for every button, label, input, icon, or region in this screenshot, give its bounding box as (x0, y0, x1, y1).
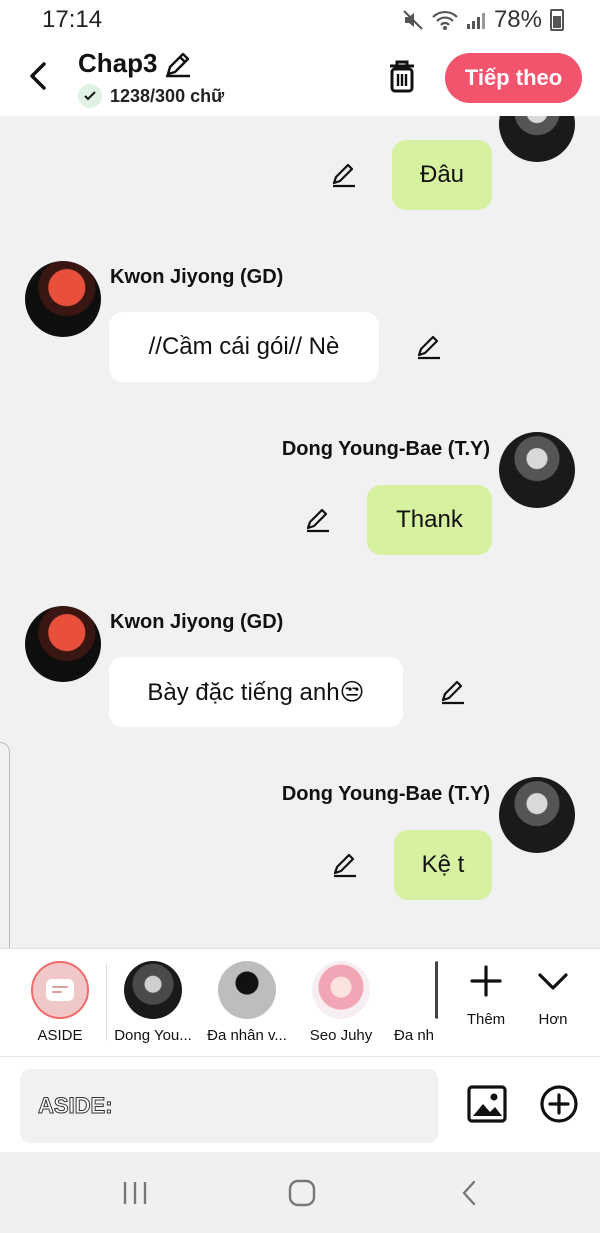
chapter-title[interactable]: Chap3 (78, 48, 193, 79)
wifi-icon (432, 10, 458, 30)
aside-icon (31, 961, 89, 1019)
character-item[interactable]: Đa nh (390, 961, 438, 1044)
divider (106, 963, 107, 1041)
character-label: Đa nh (394, 1027, 435, 1044)
character-bar: ASIDE Dong You... Đa nhân v... Seo Juhy … (0, 948, 600, 1056)
signal-icon (466, 13, 485, 29)
character-item[interactable]: Seo Juhy (296, 961, 386, 1044)
message-input-box[interactable] (20, 1069, 438, 1143)
plus-icon (470, 965, 502, 997)
back-arrow-icon[interactable] (24, 58, 54, 94)
sender-name: Kwon Jiyong (GD) (110, 266, 284, 288)
back-nav-icon[interactable] (455, 1178, 485, 1208)
edit-pencil-icon[interactable] (331, 851, 359, 879)
avatar[interactable] (25, 261, 101, 337)
next-button[interactable]: Tiếp theo (445, 53, 582, 103)
character-aside[interactable]: ASIDE (15, 961, 105, 1044)
more-button[interactable]: Hơn (523, 963, 583, 1028)
edit-pencil-icon[interactable] (330, 161, 358, 189)
chat-area[interactable]: Đâu Kwon Jiyong (GD) //Cầm cái gói// Nè … (0, 116, 600, 948)
battery-icon (550, 9, 564, 31)
trash-icon[interactable] (386, 58, 418, 94)
battery-percent: 78% (493, 6, 542, 33)
add-character-button[interactable]: Thêm (456, 963, 516, 1028)
edit-pencil-icon[interactable] (304, 506, 332, 534)
home-icon[interactable] (287, 1178, 317, 1208)
status-icons: 78% (402, 6, 564, 34)
message-bubble[interactable]: Bày đặc tiếng anh😒 (109, 657, 403, 727)
sender-name: Kwon Jiyong (GD) (110, 611, 284, 633)
edit-pencil-icon[interactable] (163, 49, 193, 79)
more-label: Hơn (538, 1011, 568, 1028)
avatar[interactable] (499, 116, 575, 162)
system-nav-bar (0, 1152, 600, 1233)
add-circle-icon[interactable] (539, 1084, 579, 1124)
message-bubble[interactable]: Kệ t (394, 830, 492, 900)
mute-icon (403, 10, 423, 30)
character-label: Đa nhân v... (207, 1027, 287, 1044)
avatar[interactable] (499, 777, 575, 853)
chevron-down-icon (538, 973, 568, 990)
avatar[interactable] (25, 606, 101, 682)
sender-name: Dong Young-Bae (T.Y) (281, 783, 490, 805)
add-label: Thêm (466, 1011, 506, 1028)
character-label: Dong You... (114, 1027, 192, 1044)
word-count: 1238/300 chữ (78, 84, 224, 108)
avatar (218, 961, 276, 1019)
avatar (412, 961, 438, 1019)
image-icon[interactable] (467, 1084, 507, 1124)
avatar (124, 961, 182, 1019)
message-bubble[interactable]: Đâu (392, 140, 492, 210)
recent-apps-icon[interactable] (120, 1178, 150, 1208)
drawer-handle[interactable] (0, 742, 10, 972)
message-input[interactable] (38, 1093, 418, 1119)
status-time: 17:14 (42, 6, 103, 33)
chapter-title-text: Chap3 (78, 48, 158, 78)
message-bubble[interactable]: //Cầm cái gói// Nè (109, 312, 379, 382)
composer (0, 1056, 600, 1152)
character-label: ASIDE (37, 1027, 83, 1044)
character-item[interactable]: Đa nhân v... (202, 961, 292, 1044)
editor-header: Chap3 1238/300 chữ Tiếp theo (0, 40, 600, 116)
character-label: Seo Juhy (309, 1027, 373, 1044)
edit-pencil-icon[interactable] (415, 333, 443, 361)
avatar[interactable] (499, 432, 575, 508)
word-count-text: 1238/300 chữ (110, 85, 225, 106)
sender-name: Dong Young-Bae (T.Y) (281, 438, 490, 460)
message-bubble[interactable]: Thank (367, 485, 492, 555)
character-item[interactable]: Dong You... (108, 961, 198, 1044)
check-icon (78, 84, 102, 108)
status-bar: 17:14 78% (0, 0, 600, 40)
avatar (312, 961, 370, 1019)
edit-pencil-icon[interactable] (439, 678, 467, 706)
